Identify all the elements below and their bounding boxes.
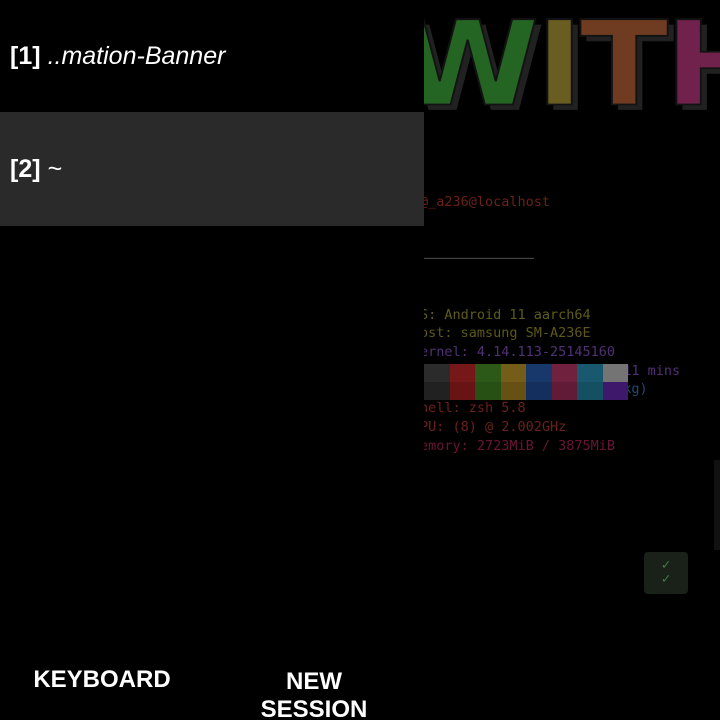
session-name: ..mation-Banner <box>47 41 226 70</box>
session-number: [2] <box>10 154 41 183</box>
session-item-1[interactable]: [1] ..mation-Banner <box>0 0 424 112</box>
session-number: [1] <box>10 41 41 70</box>
keyboard-button[interactable]: KEYBOARD <box>20 666 184 694</box>
session-item-2[interactable]: [2] ~ <box>0 112 424 226</box>
session-drawer: [1] ..mation-Banner [2] ~ KEYBOARD NEW S… <box>0 0 424 720</box>
new-session-button[interactable]: NEW SESSION <box>236 668 392 720</box>
session-name: ~ <box>47 154 63 183</box>
